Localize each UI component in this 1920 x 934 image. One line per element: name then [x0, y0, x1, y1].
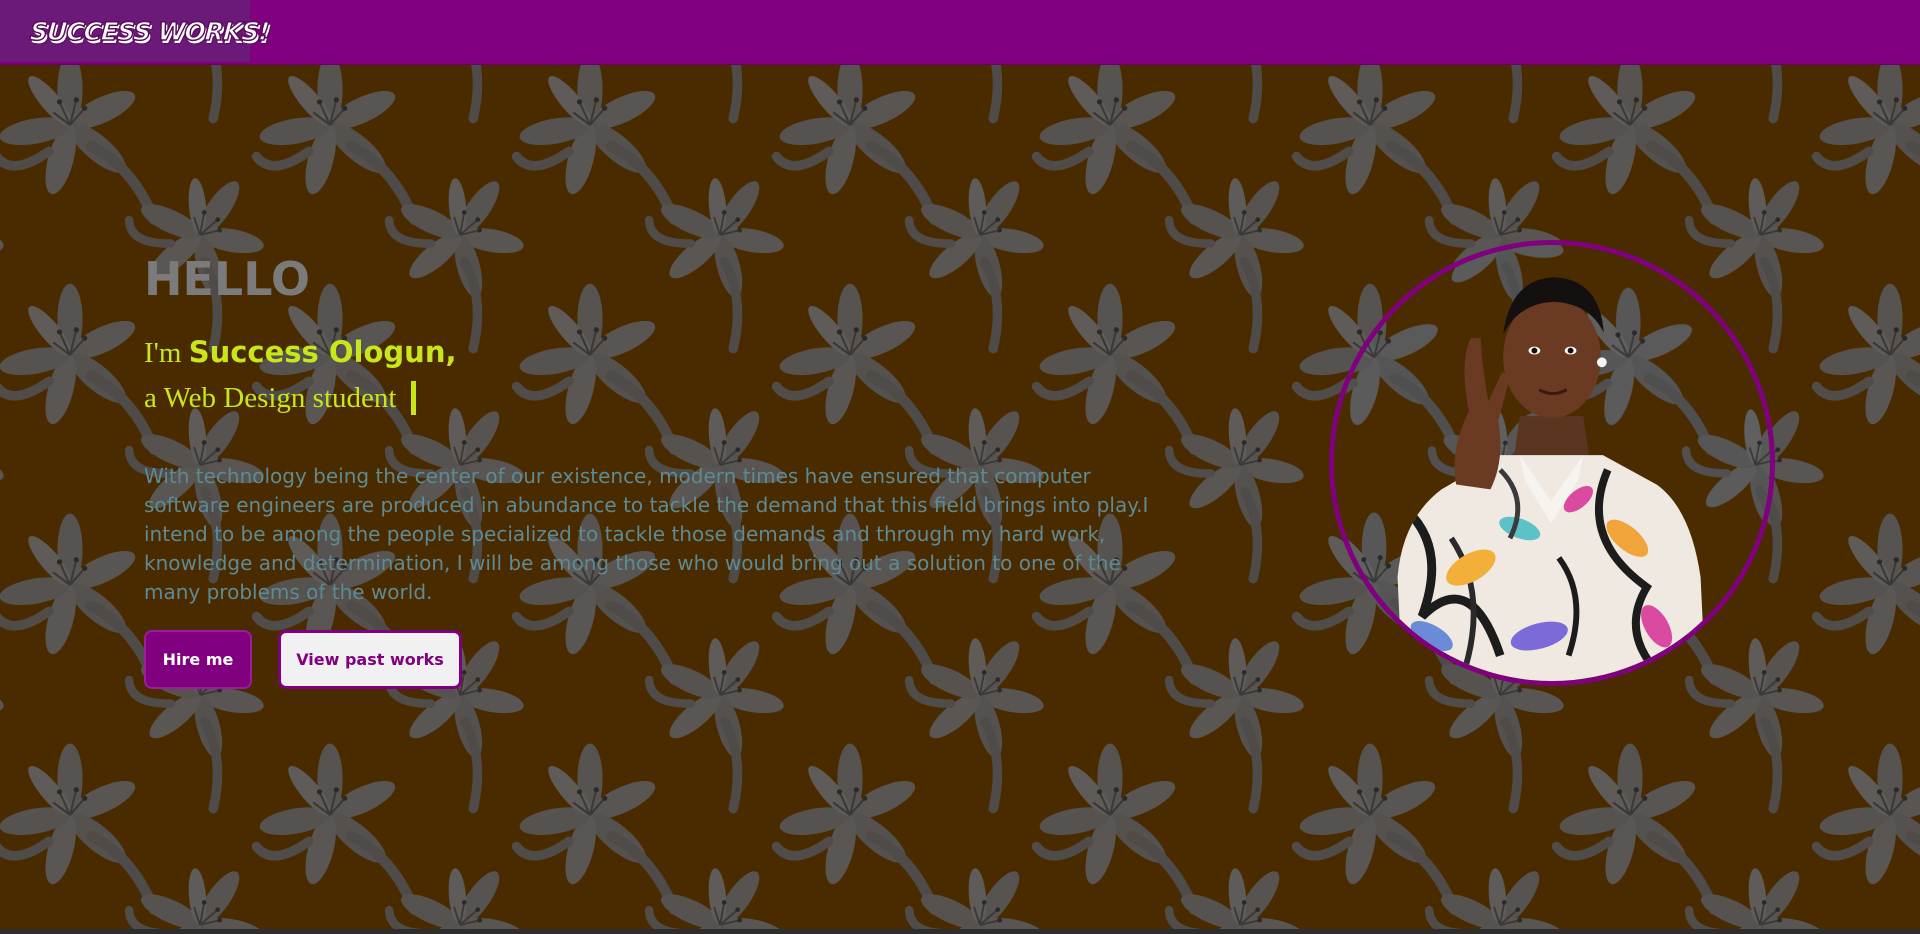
- view-past-works-button[interactable]: View past works: [278, 630, 462, 689]
- intro-block: HELLO I'm Success Ologun, a Web Design s…: [144, 253, 1164, 689]
- person-name: Success Ologun,: [188, 335, 457, 369]
- cta-buttons: Hire me View past works: [144, 630, 1164, 689]
- top-navbar: SUCCESS WORKS!: [0, 0, 1920, 65]
- profile-photo-icon: [1334, 245, 1770, 681]
- intro-prefix: I'm: [144, 337, 189, 369]
- bio-paragraph: With technology being the center of our …: [144, 464, 1149, 604]
- logo-text: SUCCESS WORKS!: [28, 16, 270, 47]
- typing-cursor: [411, 381, 417, 415]
- hire-me-button[interactable]: Hire me: [144, 630, 252, 689]
- page-bottom-border: [0, 929, 1920, 934]
- intro-line: I'm Success Ologun,: [144, 333, 1164, 372]
- profile-photo: [1329, 240, 1775, 686]
- logo[interactable]: SUCCESS WORKS!: [0, 0, 271, 62]
- role-line: a Web Design student: [144, 379, 1164, 417]
- greeting-heading: HELLO: [144, 252, 311, 306]
- role-text: a Web Design student: [144, 382, 397, 414]
